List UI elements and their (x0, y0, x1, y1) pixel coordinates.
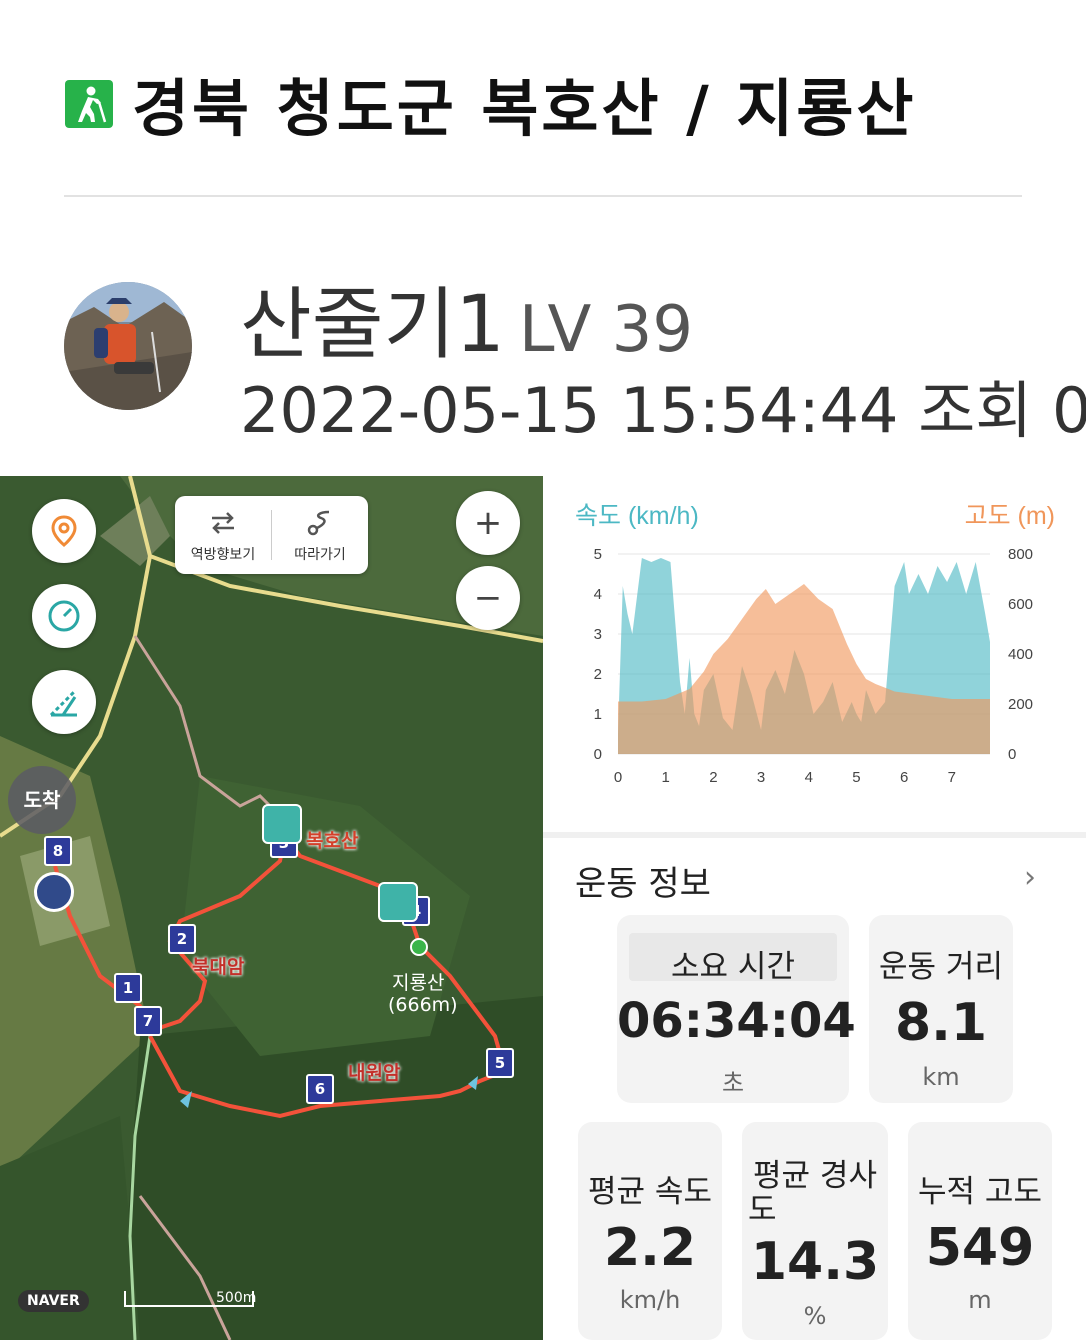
avg-speed-unit: km/h (619, 1286, 681, 1314)
avg-speed-label: 평균 속도 (588, 1174, 712, 1210)
distance-card: 운동 거리 8.1 km (869, 915, 1013, 1103)
arrival-marker[interactable]: 도착 (8, 766, 76, 834)
route-follow-icon (307, 510, 330, 536)
naver-logo: NAVER (18, 1290, 89, 1312)
follow-route-label: 따라가기 (294, 547, 346, 563)
summit-marker-icon (410, 938, 428, 956)
left-tick-label: 2 (594, 666, 602, 683)
speed-elevation-chart: 0 1 2 3 4 5 0 200 400 600 800 0 1 2 3 4 5 6 7 속도 (km/h) 고도 (… (560, 490, 1080, 810)
views-count: 0 (1052, 374, 1086, 447)
user-level: LV 39 (518, 293, 694, 367)
duration-label: 소요 시간 (671, 949, 795, 985)
waypoint-marker[interactable]: 6 (306, 1074, 334, 1104)
x-tick-label: 2 (709, 769, 717, 786)
section-divider (543, 832, 1086, 838)
right-tick-label: 800 (1008, 546, 1033, 563)
location-pin-button[interactable] (32, 499, 96, 563)
map-toolbar: 역방향보기 따라가기 (175, 496, 368, 574)
peak-height-label: (666m) (388, 994, 458, 1016)
post-date: 2022-05-15 15:54:44 (240, 374, 899, 447)
temple-label: 북대암 (192, 956, 245, 978)
elevation-label: 누적 고도 (918, 1174, 1042, 1210)
reverse-route-button[interactable]: 역방향보기 (175, 496, 271, 574)
duration-card: 소요 시간 06:34:04 초 (617, 915, 856, 1103)
username[interactable]: 산줄기1 (240, 280, 505, 370)
peak-label: 복호산 (306, 830, 359, 852)
views-label: 조회 (918, 374, 1033, 447)
post-title: 경북 청도군 복호산 / 지룡산 (132, 72, 917, 145)
x-tick-label: 0 (614, 769, 622, 786)
reverse-route-label: 역방향보기 (190, 547, 256, 563)
duration-unit: 초 (721, 1069, 745, 1097)
waypoint-marker[interactable]: 5 (486, 1048, 514, 1078)
slope-button[interactable] (32, 670, 96, 734)
x-tick-label: 6 (900, 769, 908, 786)
elevation-unit: m (968, 1286, 992, 1314)
zoom-out-button[interactable]: − (456, 566, 520, 630)
x-tick-label: 1 (662, 769, 670, 786)
x-tick-label: 5 (852, 769, 860, 786)
left-tick-label: 3 (594, 626, 602, 643)
right-axis-title: 고도 (m) (965, 502, 1055, 530)
follow-route-button[interactable]: 따라가기 (272, 496, 368, 574)
peak-icon[interactable] (378, 882, 418, 922)
avg-slope-card: 평균 경사 도 14.3 % (742, 1122, 888, 1340)
divider (64, 195, 1022, 197)
waypoint-marker[interactable]: 2 (168, 924, 196, 954)
right-tick-label: 600 (1008, 596, 1033, 613)
avg-speed-card: 평균 속도 2.2 km/h (578, 1122, 722, 1340)
x-tick-label: 4 (805, 769, 813, 786)
waypoint-marker[interactable]: 1 (114, 973, 142, 1003)
route-map[interactable]: 역방향보기 따라가기 + − 도착 1 2 3 4 5 6 7 8 복호산 지룡… (0, 476, 543, 1340)
distance-label: 운동 거리 (879, 949, 1003, 985)
elevation-card: 누적 고도 549 m (908, 1122, 1052, 1340)
avg-slope-label-wrap: 도 (748, 1192, 777, 1228)
left-tick-label: 4 (594, 586, 602, 603)
peak-icon[interactable] (262, 804, 302, 844)
left-tick-label: 0 (594, 746, 602, 763)
right-tick-label: 400 (1008, 646, 1033, 663)
left-axis-title: 속도 (km/h) (575, 502, 699, 530)
temple-label: 내원암 (348, 1062, 401, 1084)
right-tick-label: 200 (1008, 696, 1033, 713)
right-tick-label: 0 (1008, 746, 1016, 763)
x-tick-label: 7 (948, 769, 956, 786)
swap-icon (212, 512, 234, 534)
chevron-right-icon[interactable]: › (1024, 860, 1036, 895)
speedometer-button[interactable] (32, 584, 96, 648)
left-tick-label: 1 (594, 706, 602, 723)
avg-speed-value: 2.2 (603, 1218, 697, 1278)
hiking-icon (65, 80, 113, 128)
waypoint-marker[interactable]: 8 (44, 836, 72, 866)
scale-label: 500m (216, 1290, 257, 1306)
duration-value: 06:34:04 (617, 993, 856, 1049)
avg-slope-unit: % (803, 1302, 827, 1330)
avatar[interactable] (64, 282, 192, 410)
avg-slope-value: 14.3 (750, 1232, 880, 1292)
x-tick-label: 3 (757, 769, 765, 786)
distance-unit: km (922, 1063, 960, 1091)
peak-label: 지룡산 (392, 972, 445, 994)
chart-svg: 0 1 2 3 4 5 0 200 400 600 800 0 1 2 3 4 5 6 7 속도 (km/h) 고도 (… (575, 502, 1055, 786)
elevation-value: 549 (925, 1218, 1035, 1278)
waypoint-marker[interactable]: 7 (134, 1006, 162, 1036)
distance-value: 8.1 (894, 993, 988, 1053)
current-location-icon (34, 872, 74, 912)
left-tick-label: 5 (594, 546, 602, 563)
stats-title: 운동 정보 (575, 864, 711, 904)
zoom-in-button[interactable]: + (456, 491, 520, 555)
